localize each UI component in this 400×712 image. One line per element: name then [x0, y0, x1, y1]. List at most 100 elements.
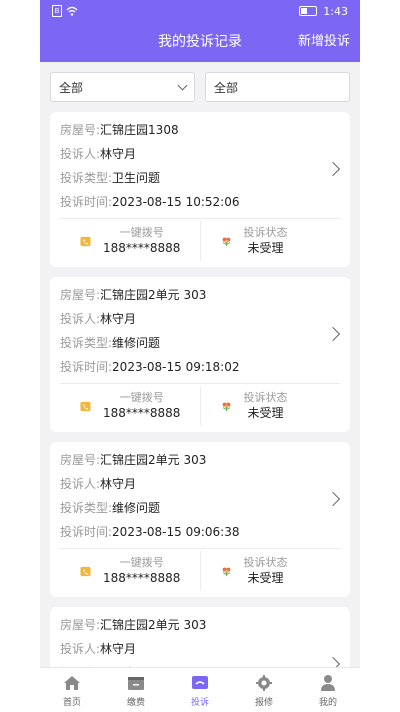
phone-icon — [80, 566, 91, 576]
complaint-card[interactable]: 房屋号:汇锦庄园1308 投诉人:林守月 投诉类型:卫生问题 投诉时间:2023… — [50, 112, 350, 267]
status-text: 投诉状态 未受理 — [244, 390, 288, 422]
chevron-down-icon — [177, 80, 188, 91]
complaint-card[interactable]: 房屋号:汇锦庄园2单元 303 投诉人:林守月 投诉类型:维修问题 投诉时间:2… — [50, 442, 350, 597]
status-label: 投诉状态 — [243, 556, 288, 569]
phone-number: 188****8888 — [103, 241, 181, 255]
status-time: 1:43 — [323, 4, 348, 18]
type-row: 投诉类型:卫生问题 — [60, 166, 340, 190]
house-label: 房屋号: — [60, 618, 101, 632]
house-label: 房屋号: — [60, 123, 101, 137]
flower-icon — [222, 237, 230, 246]
type-label: 投诉类型: — [60, 501, 113, 515]
card-divider — [60, 218, 340, 219]
call-button[interactable]: 一键拨号 188****8888 — [60, 551, 200, 591]
status-cell: 投诉状态 未受理 — [199, 221, 341, 261]
app-screen: B 1:43 我的投诉记录 新增投诉 全部 全部 房屋号:汇锦庄园1308 投诉… — [40, 0, 360, 712]
time-row: 投诉时间:2023-08-15 09:06:38 — [60, 520, 340, 544]
complaint-icon — [192, 675, 208, 689]
type-row: 投诉类型:维修问题 — [60, 496, 340, 520]
house-row: 房屋号:汇锦庄园2单元 303 — [60, 448, 340, 472]
card-divider — [60, 383, 340, 384]
card-actions: 一键拨号 188****8888 投诉状态 未受理 — [60, 386, 340, 426]
house-value: 汇锦庄园2单元 303 — [100, 618, 207, 632]
type-row: 投诉类型:维修问题 — [60, 331, 340, 355]
house-value: 汇锦庄园1308 — [100, 123, 179, 137]
person-label: 投诉人: — [60, 147, 101, 161]
tab-home[interactable]: 首页 — [40, 668, 104, 712]
tab-complaint[interactable]: 投诉 — [168, 668, 232, 712]
person-label: 投诉人: — [60, 477, 101, 491]
call-label: 一键拨号 — [119, 391, 164, 404]
call-text: 一键拨号 188****8888 — [103, 390, 180, 422]
status-right: 1:43 — [299, 5, 348, 18]
status-cell: 投诉状态 未受理 — [199, 386, 341, 426]
house-row: 房屋号:汇锦庄园1308 — [60, 118, 340, 142]
time-label: 投诉时间: — [60, 195, 113, 209]
tab-repair[interactable]: 报修 — [232, 668, 296, 712]
complaint-list: 房屋号:汇锦庄园1308 投诉人:林守月 投诉类型:卫生问题 投诉时间:2023… — [40, 112, 360, 691]
flower-icon — [222, 402, 230, 411]
house-row: 房屋号:汇锦庄园2单元 303 — [60, 283, 340, 307]
card-divider — [60, 548, 340, 549]
tab-label: 首页 — [62, 697, 81, 708]
house-value: 汇锦庄园2单元 303 — [100, 453, 207, 467]
add-complaint-button[interactable]: 新增投诉 — [298, 22, 350, 62]
house-row: 房屋号:汇锦庄园2单元 303 — [60, 613, 340, 637]
call-button[interactable]: 一键拨号 188****8888 — [60, 386, 200, 426]
time-row: 投诉时间:2023-08-15 10:52:06 — [60, 190, 340, 214]
person-value: 林守月 — [100, 147, 137, 161]
time-value: 2023-08-15 09:18:02 — [112, 360, 240, 374]
tab-payment[interactable]: 缴费 — [104, 668, 168, 712]
tab-label: 我的 — [318, 697, 337, 708]
person-value: 林守月 — [100, 642, 137, 656]
phone-number: 188****8888 — [103, 571, 181, 585]
call-text: 一键拨号 188****8888 — [103, 555, 180, 587]
tab-label: 投诉 — [190, 697, 209, 708]
type-value: 维修问题 — [112, 501, 161, 515]
tab-label: 缴费 — [126, 697, 145, 708]
status-text: 投诉状态 未受理 — [244, 225, 288, 257]
status-text: 投诉状态 未受理 — [244, 555, 288, 587]
filter-left-value: 全部 — [59, 80, 84, 95]
header: 我的投诉记录 新增投诉 — [40, 22, 360, 62]
phone-icon — [80, 236, 91, 246]
complaint-card[interactable]: 房屋号:汇锦庄园2单元 303 投诉人:林守月 投诉类型:维修问题 投诉时间:2… — [50, 277, 350, 432]
phone-icon — [80, 401, 91, 411]
filter-right-value: 全部 — [214, 80, 239, 95]
wifi-icon — [66, 6, 78, 16]
time-label: 投诉时间: — [60, 360, 113, 374]
call-label: 一键拨号 — [119, 556, 164, 569]
status-bar: B 1:43 — [40, 0, 360, 22]
payment-icon — [128, 676, 144, 690]
status-cell: 投诉状态 未受理 — [199, 551, 341, 591]
status-value: 未受理 — [247, 571, 284, 585]
person-row: 投诉人:林守月 — [60, 637, 340, 661]
filter-bar: 全部 全部 — [40, 62, 360, 112]
battery-icon — [299, 6, 318, 16]
tab-label: 报修 — [254, 697, 273, 708]
home-icon — [64, 675, 80, 690]
tab-profile[interactable]: 我的 — [296, 668, 360, 712]
card-actions: 一键拨号 188****8888 投诉状态 未受理 — [60, 221, 340, 261]
status-label: 投诉状态 — [243, 391, 288, 404]
house-label: 房屋号: — [60, 453, 101, 467]
call-label: 一键拨号 — [119, 226, 164, 239]
status-value: 未受理 — [247, 406, 284, 420]
card-actions: 一键拨号 188****8888 投诉状态 未受理 — [60, 551, 340, 591]
person-value: 林守月 — [100, 477, 137, 491]
status-label: 投诉状态 — [243, 226, 288, 239]
status-left: B — [52, 5, 78, 17]
person-label: 投诉人: — [60, 642, 101, 656]
person-row: 投诉人:林守月 — [60, 142, 340, 166]
filter-select-right[interactable]: 全部 — [205, 72, 350, 102]
time-value: 2023-08-15 10:52:06 — [112, 195, 240, 209]
time-label: 投诉时间: — [60, 525, 113, 539]
type-value: 卫生问题 — [112, 171, 161, 185]
filter-select-left[interactable]: 全部 — [50, 72, 195, 102]
bottom-tab-bar: 首页 缴费 投诉 报修 我的 — [40, 667, 360, 712]
call-button[interactable]: 一键拨号 188****8888 — [60, 221, 200, 261]
repair-icon — [256, 674, 272, 691]
flower-icon — [222, 567, 230, 576]
status-value: 未受理 — [247, 241, 284, 255]
person-row: 投诉人:林守月 — [60, 472, 340, 496]
